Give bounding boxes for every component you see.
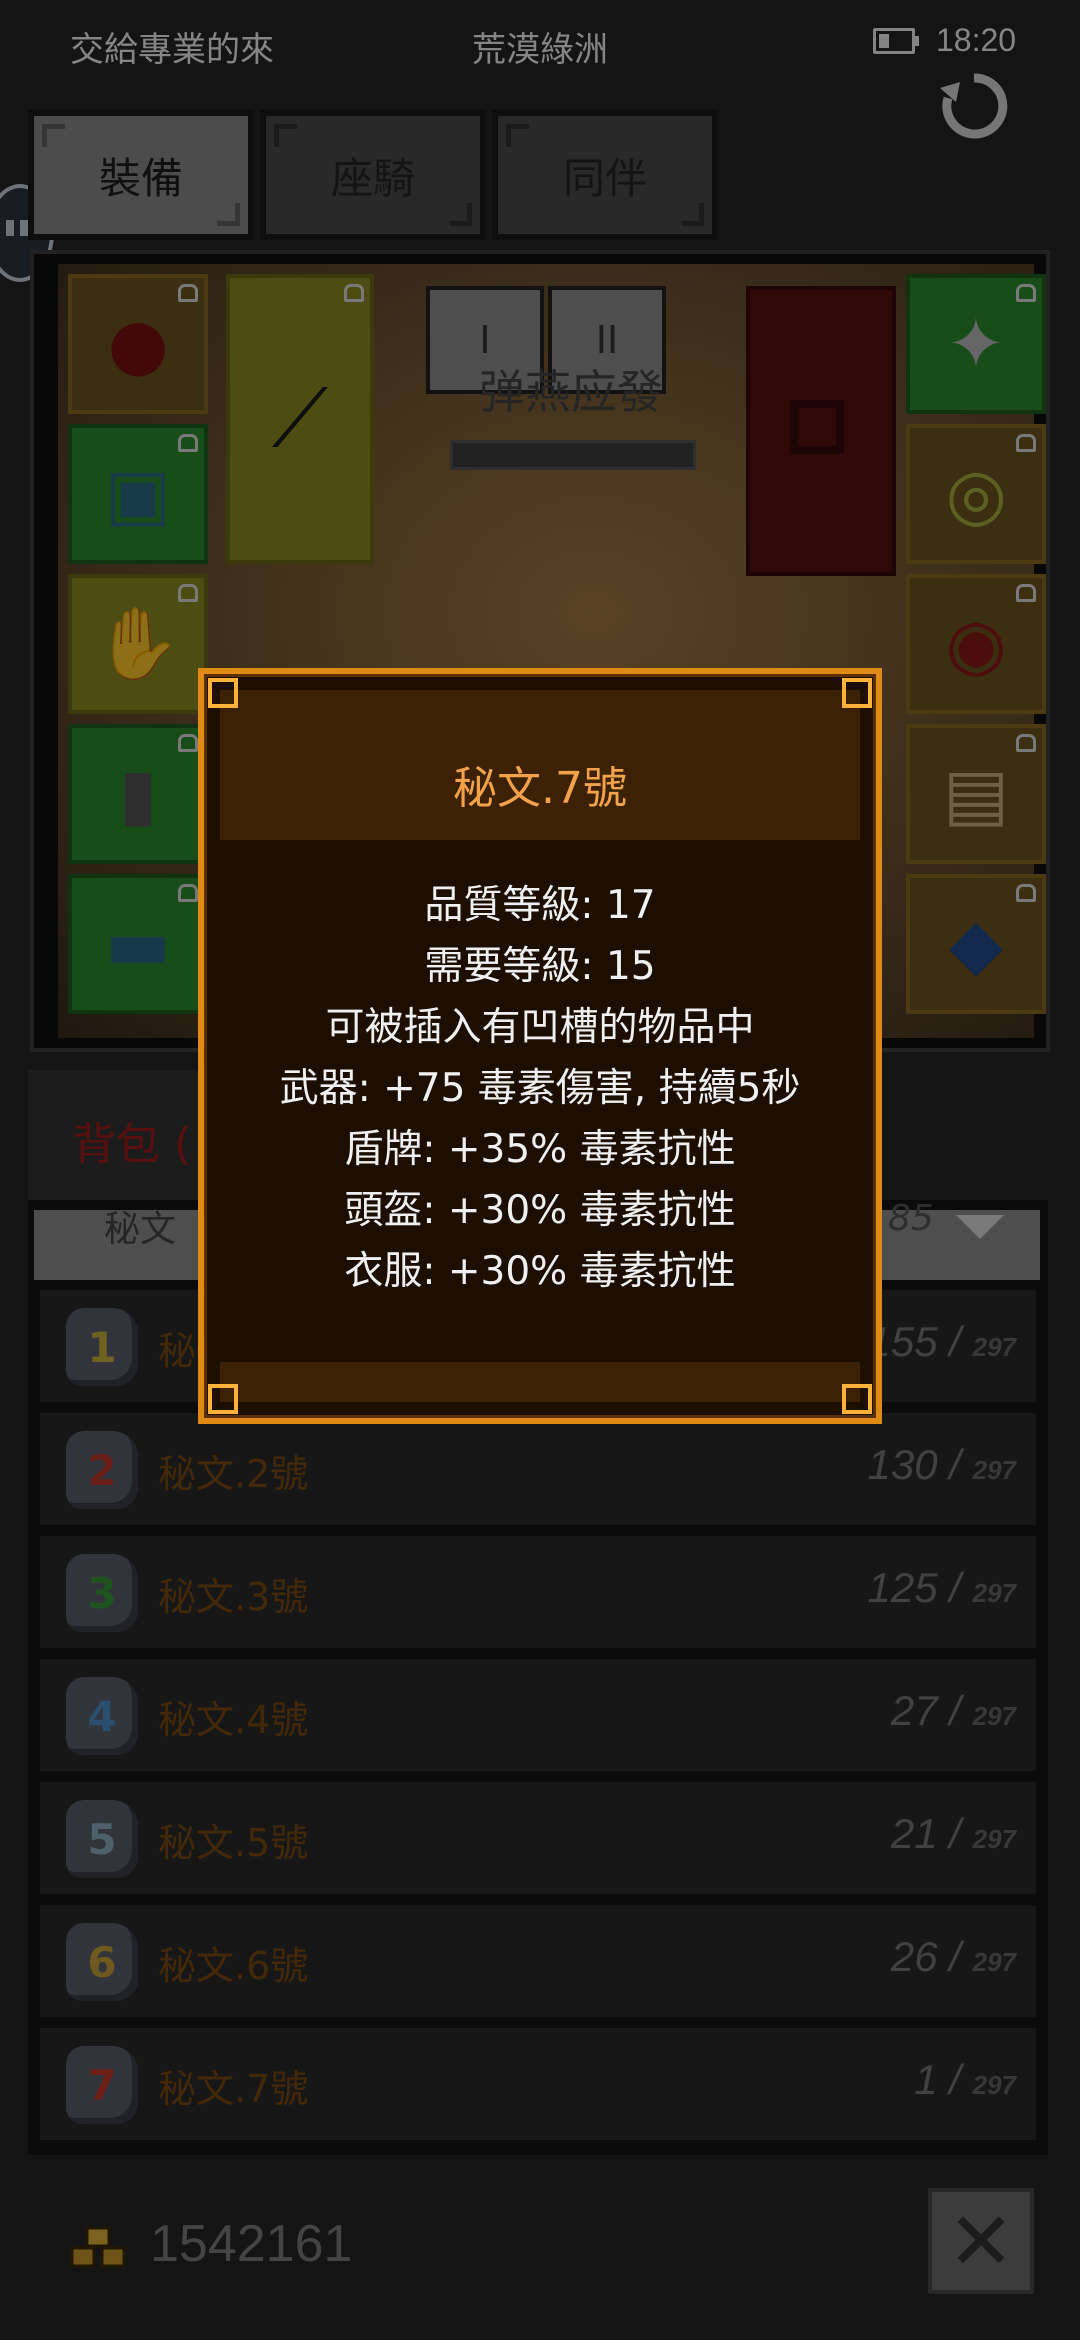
corner-ornament-icon [208,1384,238,1414]
tooltip-line-shield: 盾牌: +35% 毒素抗性 [344,1127,736,1172]
tooltip-line-required-level: 需要等級: 15 [424,944,656,989]
tooltip-line-weapon: 武器: +75 毒素傷害, 持續5秒 [279,1066,801,1111]
tooltip-title: 秘文.7號 [453,763,627,814]
tooltip-line-socket: 可被插入有凹槽的物品中 [325,1005,755,1050]
corner-ornament-icon [842,1384,872,1414]
tooltip-line-clothes: 衣服: +30% 毒素抗性 [344,1249,736,1294]
item-tooltip: 秘文.7號 品質等級: 17 需要等級: 15 可被插入有凹槽的物品中 武器: … [198,668,882,1424]
corner-ornament-icon [842,678,872,708]
tooltip-line-helmet: 頭盔: +30% 毒素抗性 [344,1188,736,1233]
corner-ornament-icon [208,678,238,708]
tooltip-line-quality: 品質等級: 17 [424,883,656,928]
